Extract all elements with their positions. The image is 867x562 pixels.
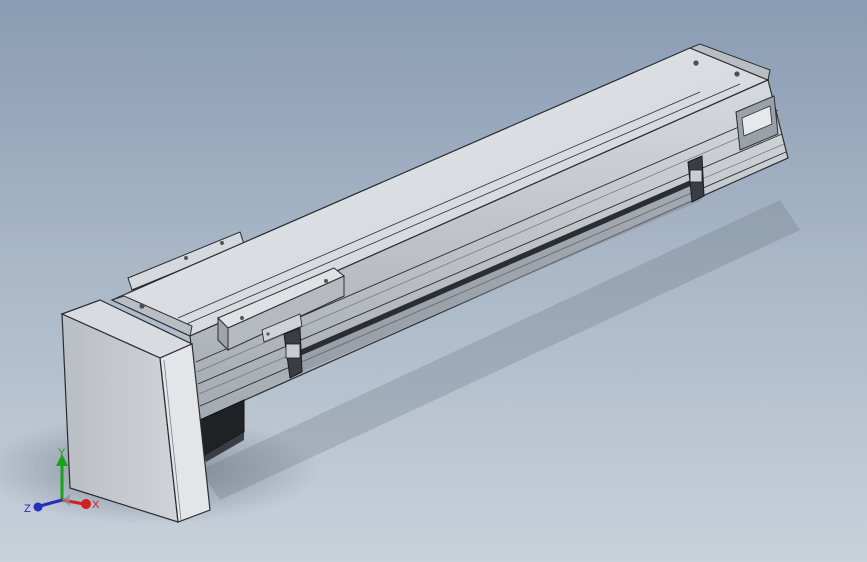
graphics-viewport[interactable]: Y X Z: [0, 0, 867, 562]
x-axis-arrow: [81, 499, 91, 509]
y-axis-label: Y: [58, 447, 66, 459]
z-axis-label: Z: [24, 503, 31, 515]
linear-actuator-model[interactable]: [0, 0, 867, 562]
z-axis-line: [39, 498, 63, 508]
x-axis-label: X: [92, 499, 100, 511]
z-axis-arrow: [33, 502, 43, 512]
axis-triad: Y X Z: [24, 447, 100, 515]
